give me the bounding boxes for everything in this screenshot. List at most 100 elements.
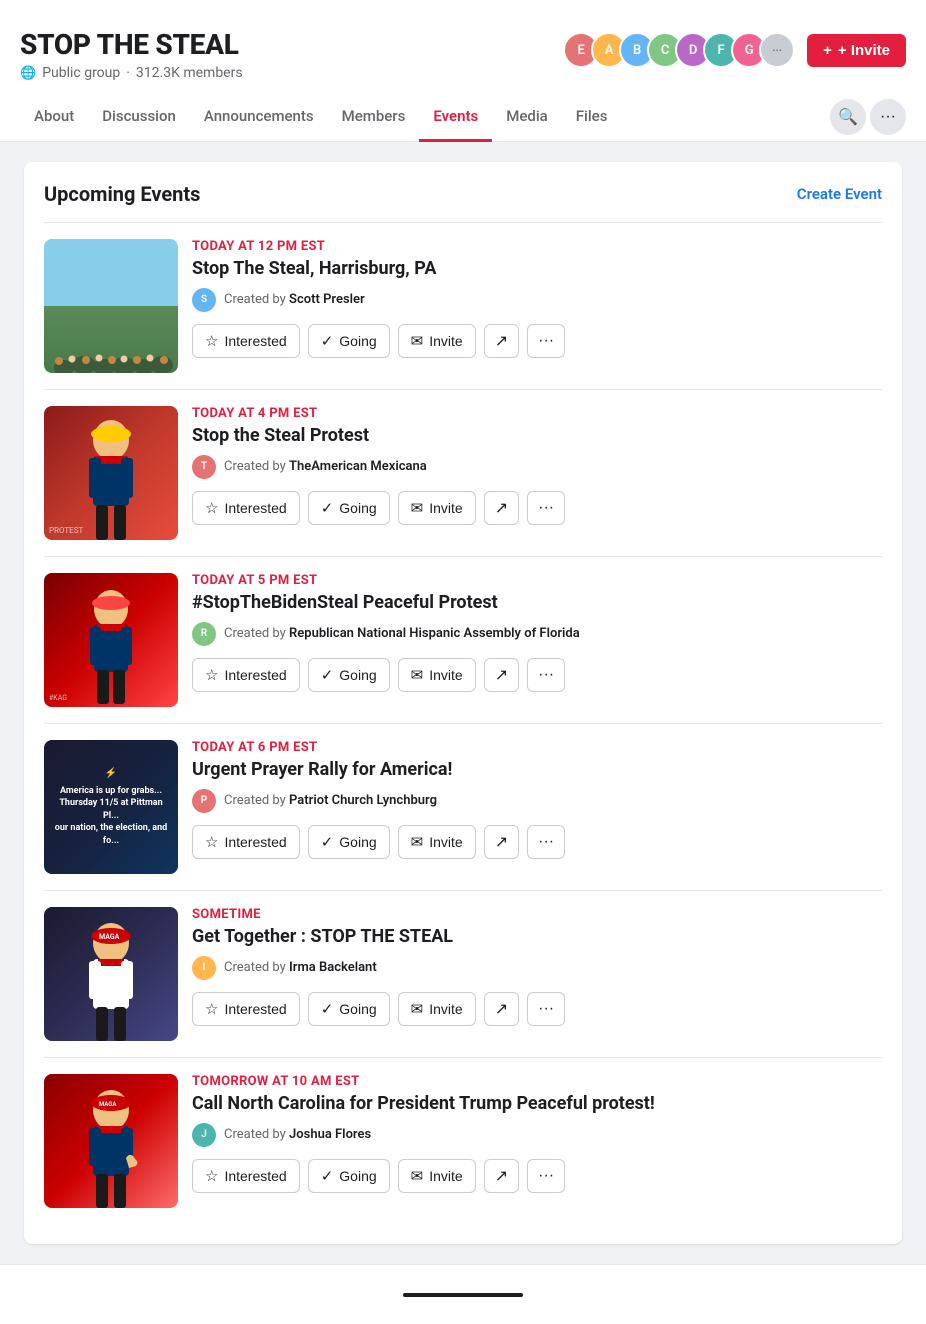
event-creator: I Created by Irma Backelant [192,956,882,980]
event-time: TODAY AT 4 PM EST [192,406,882,421]
going-button[interactable]: ✓ Going [308,658,390,692]
share-button[interactable]: ↗ [484,992,519,1026]
event-name: Get Together : STOP THE STEAL [192,926,882,948]
more-options-button[interactable]: ··· [527,1159,565,1193]
event-name: Urgent Prayer Rally for America! [192,759,882,781]
share-button[interactable]: ↗ [484,658,519,692]
event-item: MAGA TOMORROW AT 10 AM EST Call North Ca… [44,1057,882,1224]
check-icon: ✓ [321,499,334,517]
event-creator: R Created by Republican National Hispani… [192,622,882,646]
interested-button[interactable]: ☆ Interested [192,992,300,1026]
event-name: #StopTheBidenSteal Peaceful Protest [192,592,882,614]
group-meta: 🌐 Public group · 312.3K members [20,65,243,81]
event-thumbnail: PROTEST [44,406,178,540]
plus-icon: + [823,42,832,59]
star-icon: ☆ [205,332,218,350]
star-icon: ☆ [205,833,218,851]
creator-text: Created by Scott Presler [224,292,365,307]
invite-event-button[interactable]: ✉ Invite [398,825,476,859]
content-area: Upcoming Events Create Event [0,142,926,1264]
events-header: Upcoming Events Create Event [44,182,882,206]
group-members: 312.3K members [136,65,243,81]
going-button[interactable]: ✓ Going [308,825,390,859]
tab-files[interactable]: Files [562,93,622,142]
page-wrapper: STOP THE STEAL 🌐 Public group · 312.3K m… [0,0,926,1324]
event-item: TODAY AT 12 PM EST Stop The Steal, Harri… [44,222,882,389]
check-icon: ✓ [321,1000,334,1018]
going-button[interactable]: ✓ Going [308,491,390,525]
creator-text: Created by Republican National Hispanic … [224,626,580,641]
event-creator: S Created by Scott Presler [192,288,882,312]
invite-event-button[interactable]: ✉ Invite [398,992,476,1026]
share-button[interactable]: ↗ [484,324,519,358]
group-visibility: Public group [42,65,120,81]
event-info: TOMORROW AT 10 AM EST Call North Carolin… [192,1074,882,1208]
invite-event-button[interactable]: ✉ Invite [398,324,476,358]
tab-announcements[interactable]: Announcements [190,93,328,142]
envelope-icon: ✉ [411,666,424,684]
envelope-icon: ✉ [411,833,424,851]
invite-event-button[interactable]: ✉ Invite [398,1159,476,1193]
nav-actions: 🔍 ··· [830,99,906,135]
creator-avatar: P [192,789,216,813]
create-event-link[interactable]: Create Event [797,185,882,203]
event-time: TOMORROW AT 10 AM EST [192,1074,882,1089]
interested-button[interactable]: ☆ Interested [192,1159,300,1193]
event-thumbnail [44,239,178,373]
event-creator: T Created by TheAmerican Mexicana [192,455,882,479]
event-actions: ☆ Interested ✓ Going ✉ Invite ↗ ··· [192,324,882,358]
event-item: ⚡ America is up for grabs... Thursday 11… [44,723,882,890]
invite-button[interactable]: + + Invite [807,34,906,67]
share-button[interactable]: ↗ [484,491,519,525]
going-button[interactable]: ✓ Going [308,324,390,358]
going-button[interactable]: ✓ Going [308,992,390,1026]
more-options-button[interactable]: ··· [527,992,565,1026]
event-name: Call North Carolina for President Trump … [192,1093,882,1115]
event-time: TODAY AT 6 PM EST [192,740,882,755]
member-avatars: E A B C D F G ··· [563,32,795,68]
event-item: PROTEST TODAY AT 4 PM EST Stop the Steal… [44,389,882,556]
group-title: STOP THE STEAL [20,28,243,61]
search-button[interactable]: 🔍 [830,99,866,135]
share-button[interactable]: ↗ [484,1159,519,1193]
tab-members[interactable]: Members [328,93,420,142]
event-name: Stop the Steal Protest [192,425,882,447]
creator-avatar: T [192,455,216,479]
invite-event-button[interactable]: ✉ Invite [398,491,476,525]
creator-text: Created by Patriot Church Lynchburg [224,793,437,808]
more-options-button[interactable]: ··· [527,491,565,525]
creator-avatar: I [192,956,216,980]
event-actions: ☆ Interested ✓ Going ✉ Invite ↗ ··· [192,1159,882,1193]
tab-about[interactable]: About [20,93,88,142]
more-button[interactable]: ··· [870,99,906,135]
share-button[interactable]: ↗ [484,825,519,859]
invite-label: + Invite [838,42,890,59]
tab-discussion[interactable]: Discussion [88,93,190,142]
interested-button[interactable]: ☆ Interested [192,658,300,692]
more-options-button[interactable]: ··· [527,658,565,692]
check-icon: ✓ [321,332,334,350]
creator-text: Created by TheAmerican Mexicana [224,459,427,474]
interested-button[interactable]: ☆ Interested [192,324,300,358]
event-item: #KAG TODAY AT 5 PM EST #StopTheBidenStea… [44,556,882,723]
creator-avatar: J [192,1123,216,1147]
interested-button[interactable]: ☆ Interested [192,825,300,859]
event-info: Sometime Get Together : STOP THE STEAL I… [192,907,882,1041]
check-icon: ✓ [321,666,334,684]
interested-button[interactable]: ☆ Interested [192,491,300,525]
creator-text: Created by Joshua Flores [224,1127,371,1142]
event-actions: ☆ Interested ✓ Going ✉ Invite ↗ ··· [192,825,882,859]
envelope-icon: ✉ [411,332,424,350]
event-info: TODAY AT 5 PM EST #StopTheBidenSteal Pea… [192,573,882,707]
event-time: Sometime [192,907,882,922]
event-name: Stop The Steal, Harrisburg, PA [192,258,882,280]
more-options-button[interactable]: ··· [527,825,565,859]
invite-event-button[interactable]: ✉ Invite [398,658,476,692]
creator-avatar: R [192,622,216,646]
tab-media[interactable]: Media [492,93,562,142]
more-options-button[interactable]: ··· [527,324,565,358]
check-icon: ✓ [321,1167,334,1185]
going-button[interactable]: ✓ Going [308,1159,390,1193]
tab-events[interactable]: Events [419,93,492,142]
envelope-icon: ✉ [411,499,424,517]
